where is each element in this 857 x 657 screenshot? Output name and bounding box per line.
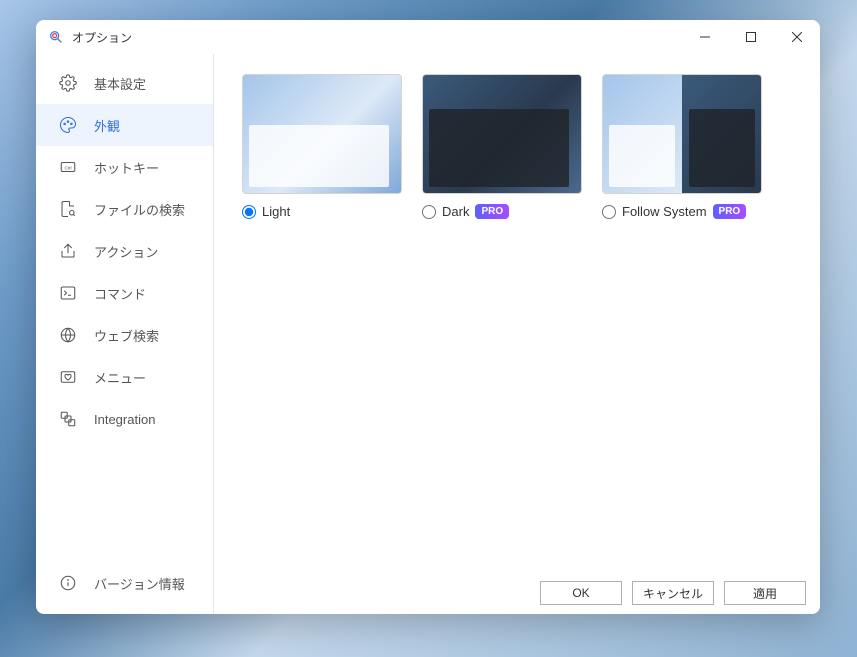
sidebar-item-label: アクション	[94, 242, 158, 261]
cancel-button[interactable]: キャンセル	[632, 581, 714, 605]
sidebar-item-label: Integration	[94, 412, 155, 427]
theme-card-dark: Dark PRO	[422, 74, 582, 219]
sidebar: 基本設定 外観 Ctrl ホットキー	[36, 54, 214, 614]
share-icon	[58, 241, 78, 261]
minimize-button[interactable]	[682, 20, 728, 54]
gear-icon	[58, 73, 78, 93]
sidebar-item-file-search[interactable]: ファイルの検索	[36, 188, 213, 230]
sidebar-item-label: ファイルの検索	[94, 200, 185, 219]
content-area: Light Dark PRO	[214, 54, 820, 614]
heart-box-icon	[58, 367, 78, 387]
theme-label: Dark	[442, 204, 469, 219]
sidebar-item-version[interactable]: バージョン情報	[36, 562, 213, 604]
sidebar-item-label: ホットキー	[94, 158, 159, 177]
maximize-button[interactable]	[728, 20, 774, 54]
app-icon	[48, 29, 64, 45]
theme-label: Light	[262, 204, 290, 219]
titlebar: オプション	[36, 20, 820, 54]
theme-option-follow-system[interactable]: Follow System PRO	[602, 204, 762, 219]
sidebar-item-web-search[interactable]: ウェブ検索	[36, 314, 213, 356]
theme-option-light[interactable]: Light	[242, 204, 402, 219]
theme-thumb-light[interactable]	[242, 74, 402, 194]
sidebar-item-appearance[interactable]: 外観	[36, 104, 213, 146]
layers-icon	[58, 409, 78, 429]
theme-card-follow-system: Follow System PRO	[602, 74, 762, 219]
close-button[interactable]	[774, 20, 820, 54]
sidebar-item-integration[interactable]: Integration	[36, 398, 213, 440]
content-inner: Light Dark PRO	[214, 54, 820, 572]
window-body: 基本設定 外観 Ctrl ホットキー	[36, 54, 820, 614]
info-icon	[58, 573, 78, 593]
terminal-icon	[58, 283, 78, 303]
palette-icon	[58, 115, 78, 135]
sidebar-item-label: バージョン情報	[94, 574, 185, 593]
sidebar-item-general[interactable]: 基本設定	[36, 62, 213, 104]
theme-row: Light Dark PRO	[242, 74, 800, 219]
sidebar-item-label: メニュー	[94, 368, 146, 387]
dialog-button-bar: OK キャンセル 適用	[214, 572, 820, 614]
file-search-icon	[58, 199, 78, 219]
pro-badge: PRO	[713, 204, 747, 219]
sidebar-item-menu[interactable]: メニュー	[36, 356, 213, 398]
ctrl-key-icon: Ctrl	[58, 157, 78, 177]
globe-icon	[58, 325, 78, 345]
sidebar-item-label: 外観	[94, 116, 120, 135]
options-window: オプション 基本設定 外観	[36, 20, 820, 614]
ok-button[interactable]: OK	[540, 581, 622, 605]
svg-text:Ctrl: Ctrl	[65, 165, 72, 170]
sidebar-item-actions[interactable]: アクション	[36, 230, 213, 272]
apply-button[interactable]: 適用	[724, 581, 806, 605]
theme-radio-dark[interactable]	[422, 205, 436, 219]
sidebar-list: 基本設定 外観 Ctrl ホットキー	[36, 62, 213, 562]
sidebar-item-hotkey[interactable]: Ctrl ホットキー	[36, 146, 213, 188]
sidebar-footer: バージョン情報	[36, 562, 213, 614]
theme-radio-light[interactable]	[242, 205, 256, 219]
window-title: オプション	[72, 29, 132, 46]
theme-option-dark[interactable]: Dark PRO	[422, 204, 582, 219]
sidebar-item-label: コマンド	[94, 284, 146, 303]
theme-card-light: Light	[242, 74, 402, 219]
sidebar-item-commands[interactable]: コマンド	[36, 272, 213, 314]
pro-badge: PRO	[475, 204, 509, 219]
sidebar-item-label: 基本設定	[94, 74, 146, 93]
sidebar-item-label: ウェブ検索	[94, 326, 159, 345]
theme-label: Follow System	[622, 204, 707, 219]
window-controls	[682, 20, 820, 54]
theme-thumb-dark[interactable]	[422, 74, 582, 194]
theme-thumb-follow-system[interactable]	[602, 74, 762, 194]
theme-radio-follow-system[interactable]	[602, 205, 616, 219]
